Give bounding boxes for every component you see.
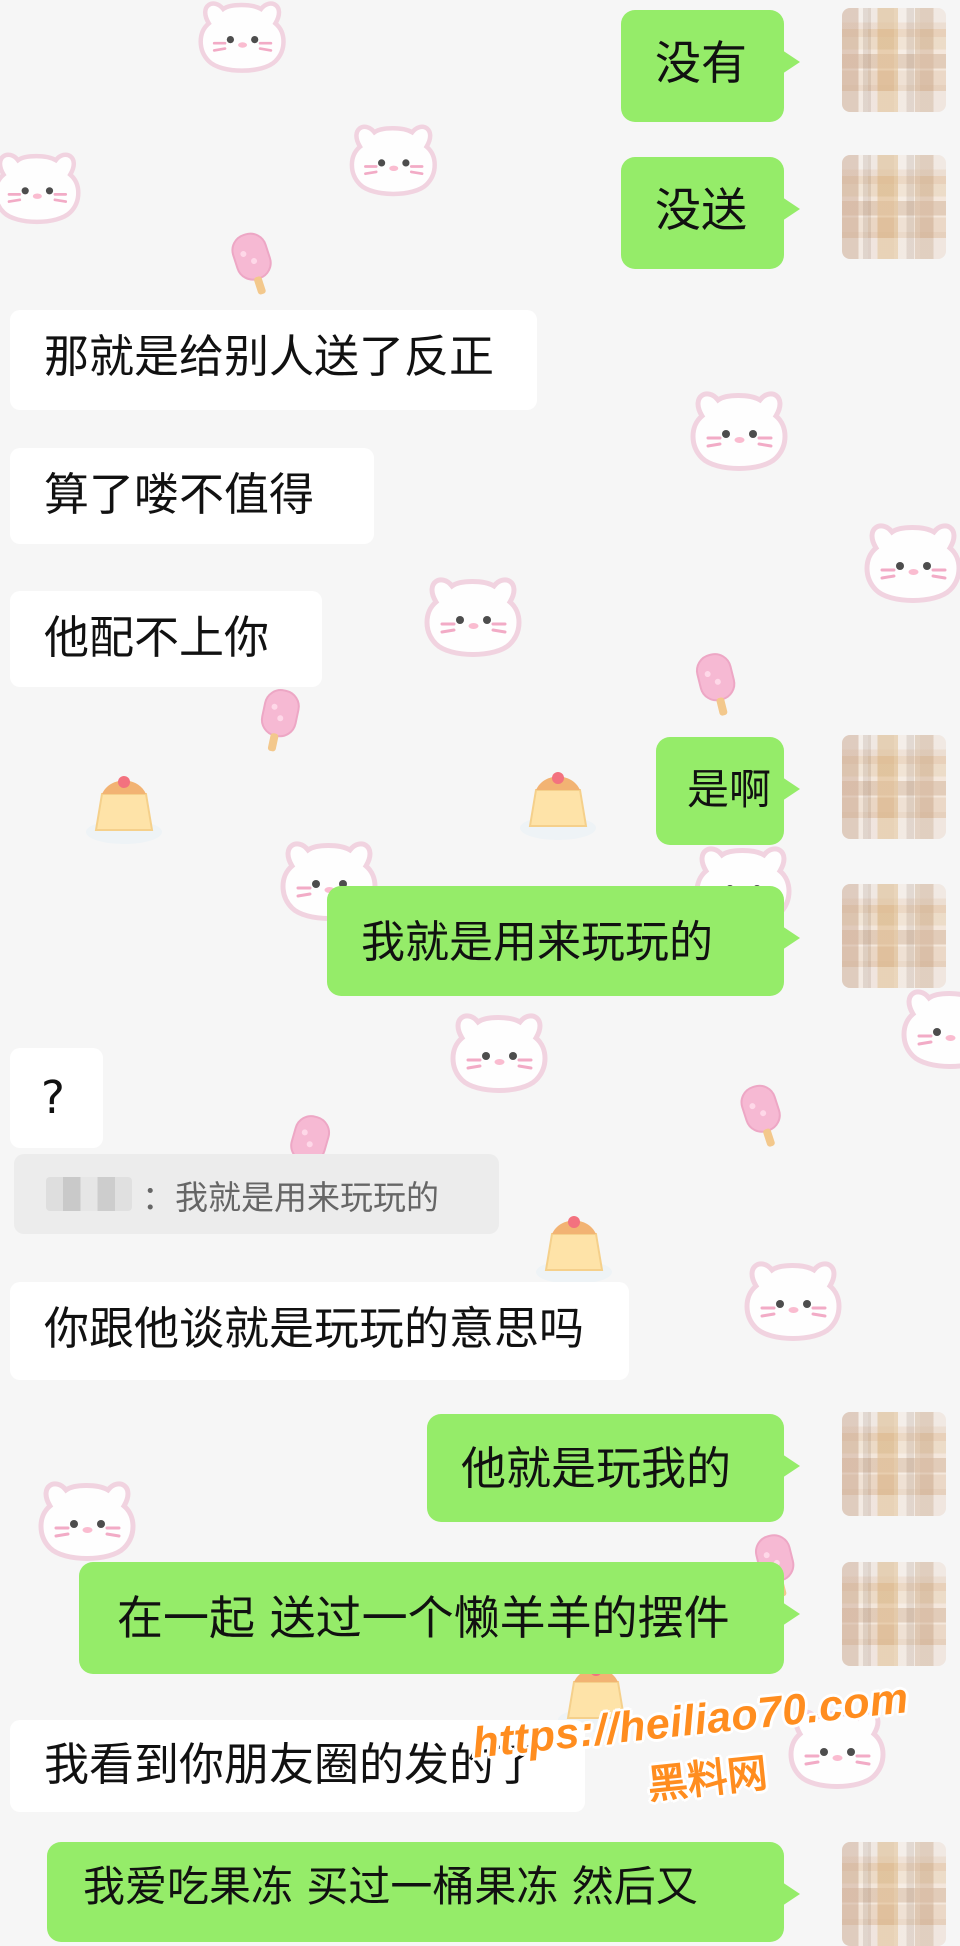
message-text: 我就是用来玩玩的 [361, 917, 713, 968]
message-bubble-left[interactable]: 他配不上你 [10, 591, 322, 687]
message-row-9: 你跟他谈就是玩玩的意思吗 [0, 1258, 960, 1398]
message-text: 那就是给别人送了反正 [44, 330, 495, 383]
blurred-username [46, 1177, 132, 1211]
blurred-avatar-icon[interactable] [842, 1412, 946, 1516]
message-text: 他就是玩我的 [461, 1442, 732, 1495]
message-row-7: 我就是用来玩玩的 [0, 878, 960, 1018]
message-row-6: 是啊 [0, 735, 960, 875]
message-row-10: 他就是玩我的 [0, 1406, 960, 1546]
message-row-2: 没送 [0, 145, 960, 285]
message-text: 你跟他谈就是玩玩的意思吗 [44, 1302, 585, 1355]
message-row-13: 我爱吃果冻 买过一桶果冻 然后又 [0, 1842, 960, 1946]
message-row-5: 他配不上你 [0, 575, 960, 715]
quoted-message-box[interactable]: ：我就是用来玩玩的 [14, 1154, 499, 1234]
blurred-avatar-icon[interactable] [842, 884, 946, 988]
message-text: 他配不上你 [44, 611, 270, 664]
blurred-avatar-icon[interactable] [842, 1842, 946, 1946]
quoted-message-text: ：我就是用来玩玩的 [142, 1178, 439, 1217]
message-text: 在一起 送过一个懒羊羊的摆件 [117, 1591, 730, 1645]
message-bubble-left[interactable]: 那就是给别人送了反正 [10, 310, 537, 410]
message-bubble-right[interactable]: 我就是用来玩玩的 [327, 886, 800, 996]
message-row-1: 没有 [0, 0, 960, 140]
blurred-avatar-icon[interactable] [842, 155, 946, 259]
message-bubble-left[interactable]: 你跟他谈就是玩玩的意思吗 [10, 1282, 629, 1380]
message-row-3: 那就是给别人送了反正 [0, 292, 960, 432]
message-text: 没有 [655, 36, 747, 90]
blurred-avatar-icon[interactable] [842, 735, 946, 839]
message-bubble-left[interactable]: ? [10, 1048, 103, 1148]
message-text: 我看到你朋友圈的发的了 [44, 1738, 540, 1791]
message-bubble-right[interactable]: 没送 [621, 157, 800, 269]
message-bubble-right[interactable]: 是啊 [656, 737, 800, 845]
message-text: 没送 [655, 183, 747, 237]
message-text: 算了喽不值得 [44, 468, 315, 521]
message-text: 我爱吃果冻 买过一桶果冻 然后又 [83, 1862, 698, 1911]
message-row-4: 算了喽不值得 [0, 432, 960, 572]
message-text: 是啊 [687, 765, 772, 814]
message-row-11: 在一起 送过一个懒羊羊的摆件 [0, 1550, 960, 1690]
message-bubble-right[interactable]: 我爱吃果冻 买过一桶果冻 然后又 [47, 1842, 800, 1942]
message-bubble-right[interactable]: 没有 [621, 10, 800, 122]
blurred-avatar-icon[interactable] [842, 8, 946, 112]
message-bubble-right[interactable]: 在一起 送过一个懒羊羊的摆件 [79, 1562, 800, 1674]
message-text: ? [41, 1071, 65, 1124]
blurred-avatar-icon[interactable] [842, 1562, 946, 1666]
message-bubble-right[interactable]: 他就是玩我的 [427, 1414, 800, 1522]
message-bubble-left[interactable]: 算了喽不值得 [10, 448, 374, 544]
